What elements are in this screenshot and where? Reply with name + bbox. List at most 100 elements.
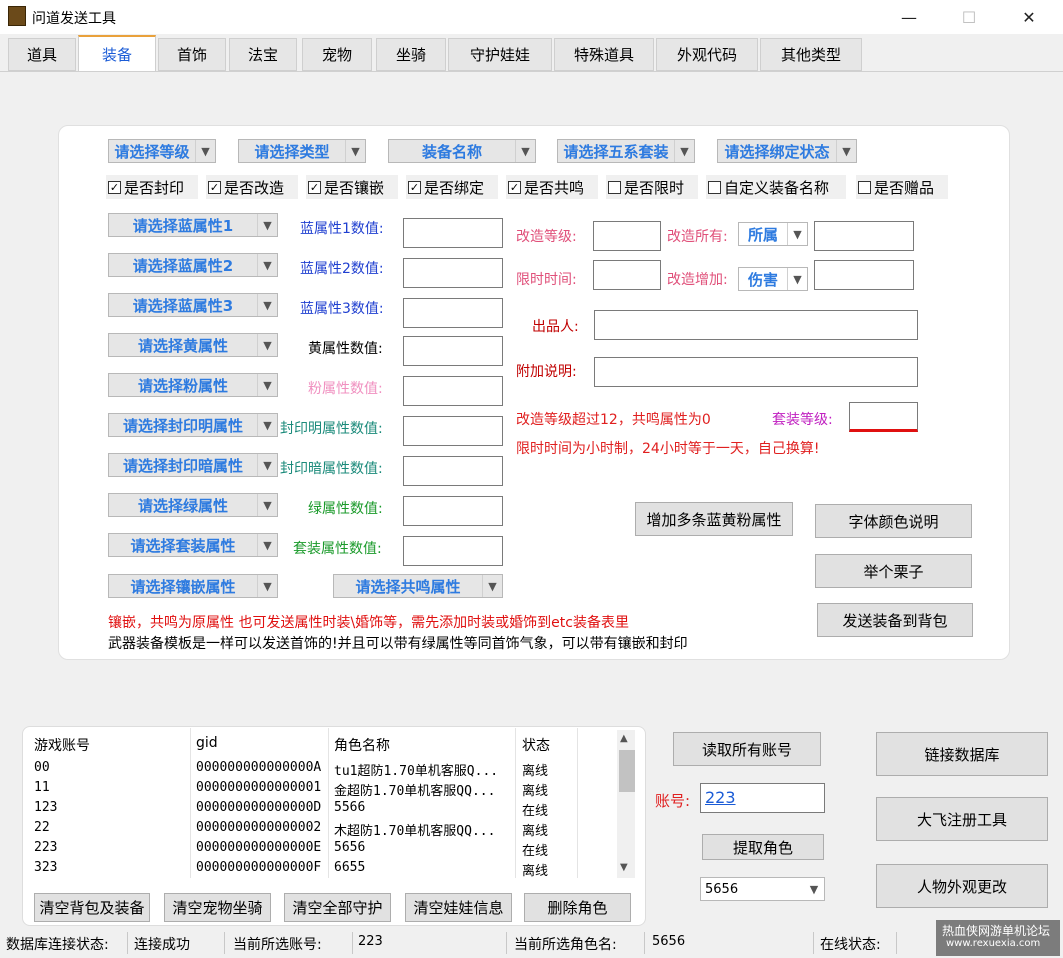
blue-attr3-select[interactable]: 请选择蓝属性3 ▼ [108, 293, 278, 317]
modify-level-input[interactable] [593, 221, 661, 251]
connect-database-button[interactable]: 链接数据库 [876, 732, 1048, 776]
seal-dark-attr-input[interactable] [403, 456, 503, 486]
checkbox-custom-name[interactable]: 自定义装备名称 [706, 175, 846, 199]
scrollbar-thumb[interactable] [619, 750, 635, 792]
col-header-account[interactable]: 游戏账号 [34, 735, 90, 755]
suit-attr-select[interactable]: 请选择套装属性 ▼ [108, 533, 278, 557]
yellow-attr-input[interactable] [403, 336, 503, 366]
checkbox-gift[interactable]: 是否赠品 [856, 175, 948, 199]
close-button[interactable]: ✕ [1006, 0, 1052, 34]
clear-guardian-button[interactable]: 清空全部守护 [284, 893, 391, 922]
tab-pet[interactable]: 宠物 [302, 38, 372, 71]
checkbox-box[interactable]: ✓ [108, 180, 121, 194]
fetch-role-button[interactable]: 提取角色 [702, 834, 824, 860]
selected-role-label: 当前所选角色名: [514, 937, 617, 953]
producer-input[interactable] [594, 310, 918, 340]
checkbox-box[interactable]: ✓ [408, 180, 421, 194]
selected-account-value: 223 [358, 934, 383, 949]
blue-attr1-select[interactable]: 请选择蓝属性1 ▼ [108, 213, 278, 237]
checkbox-sealed[interactable]: ✓ 是否封印 [106, 175, 198, 199]
appearance-change-button[interactable]: 人物外观更改 [876, 864, 1048, 908]
seal-dark-attr-select[interactable]: 请选择封印暗属性 ▼ [108, 453, 278, 477]
yellow-attr-select[interactable]: 请选择黄属性 ▼ [108, 333, 278, 357]
seal-dark-attr-label: 封印暗属性数值: [280, 461, 383, 477]
modify-level-label: 改造等级: [516, 229, 577, 245]
type-select[interactable]: 请选择类型 ▼ [238, 139, 366, 163]
inlay-attr-select[interactable]: 请选择镶嵌属性 ▼ [108, 574, 278, 598]
tab-items[interactable]: 道具 [8, 38, 76, 71]
watermark-line2: www.rexuexia.com [946, 938, 1041, 949]
checkbox-bound[interactable]: ✓ 是否绑定 [406, 175, 498, 199]
online-status-label: 在线状态: [820, 937, 881, 953]
modify-add-select[interactable]: 伤害 ▼ [738, 267, 808, 291]
blue-attr3-input[interactable] [403, 298, 503, 328]
suit-attr-input[interactable] [403, 536, 503, 566]
checkbox-box[interactable] [608, 180, 621, 194]
checkbox-time-limited[interactable]: 是否限时 [606, 175, 698, 199]
pink-attr-select[interactable]: 请选择粉属性 ▼ [108, 373, 278, 397]
checkbox-resonance[interactable]: ✓ 是否共鸣 [506, 175, 598, 199]
modify-warning-text: 改造等级超过12，共鸣属性为0 [516, 412, 711, 428]
scroll-up-icon[interactable]: ▲ [620, 733, 628, 744]
account-input[interactable]: 223 [700, 783, 825, 813]
checkbox-box[interactable] [858, 180, 871, 194]
checkbox-box[interactable]: ✓ [208, 180, 221, 194]
db-status-label: 数据库连接状态: [6, 937, 109, 953]
example-button[interactable]: 举个栗子 [815, 554, 972, 588]
checkbox-box[interactable]: ✓ [308, 180, 321, 194]
chevron-down-icon: ▼ [674, 140, 694, 162]
five-element-suit-select[interactable]: 请选择五系套装 ▼ [557, 139, 695, 163]
resonance-attr-select[interactable]: 请选择共鸣属性 ▼ [333, 574, 503, 598]
scroll-down-icon[interactable]: ▼ [620, 862, 628, 873]
blue-attr1-input[interactable] [403, 218, 503, 248]
minimize-button[interactable]: — [886, 0, 932, 34]
green-attr-input[interactable] [403, 496, 503, 526]
modify-add-input[interactable] [814, 260, 914, 290]
blue-attr2-input[interactable] [403, 258, 503, 288]
checkbox-box[interactable] [708, 180, 721, 194]
clear-bag-button[interactable]: 清空背包及装备 [34, 893, 150, 922]
font-color-guide-button[interactable]: 字体颜色说明 [815, 504, 972, 538]
col-header-role-name[interactable]: 角色名称 [334, 735, 390, 755]
chevron-down-icon: ▼ [515, 140, 535, 162]
blue-attr2-select[interactable]: 请选择蓝属性2 ▼ [108, 253, 278, 277]
delete-role-button[interactable]: 删除角色 [524, 893, 631, 922]
green-attr-select[interactable]: 请选择绿属性 ▼ [108, 493, 278, 517]
suit-level-input[interactable] [849, 402, 918, 432]
tab-guardian-doll[interactable]: 守护娃娃 [448, 38, 552, 71]
modify-all-select[interactable]: 所属 ▼ [738, 222, 808, 246]
dafei-register-tool-button[interactable]: 大飞注册工具 [876, 797, 1048, 841]
modify-add-label: 改造增加: [667, 272, 728, 288]
col-header-gid[interactable]: gid [196, 735, 218, 751]
tab-equipment[interactable]: 装备 [78, 35, 156, 71]
tab-other-types[interactable]: 其他类型 [760, 38, 862, 71]
role-select[interactable]: 5656 ▼ [700, 877, 825, 901]
seal-light-attr-select[interactable]: 请选择封印明属性 ▼ [108, 413, 278, 437]
checkbox-inlay[interactable]: ✓ 是否镶嵌 [306, 175, 398, 199]
clear-pet-mount-button[interactable]: 清空宠物坐骑 [164, 893, 271, 922]
seal-light-attr-input[interactable] [403, 416, 503, 446]
send-equipment-button[interactable]: 发送装备到背包 [817, 603, 973, 637]
maximize-button[interactable]: ☐ [946, 0, 992, 34]
tab-special-items[interactable]: 特殊道具 [554, 38, 654, 71]
green-attr-label: 绿属性数值: [308, 501, 383, 517]
clear-doll-button[interactable]: 清空娃娃信息 [405, 893, 512, 922]
level-select[interactable]: 请选择等级 ▼ [108, 139, 216, 163]
tab-appearance-code[interactable]: 外观代码 [656, 38, 758, 71]
checkbox-box[interactable]: ✓ [508, 180, 521, 194]
equipment-name-select[interactable]: 装备名称 ▼ [388, 139, 536, 163]
tab-mount[interactable]: 坐骑 [376, 38, 446, 71]
extra-note-input[interactable] [594, 357, 918, 387]
add-multi-attr-button[interactable]: 增加多条蓝黄粉属性 [635, 502, 793, 536]
pink-attr-input[interactable] [403, 376, 503, 406]
tab-artifact[interactable]: 法宝 [229, 38, 297, 71]
limit-time-input[interactable] [593, 260, 661, 290]
col-header-status[interactable]: 状态 [522, 735, 550, 755]
checkbox-modified[interactable]: ✓ 是否改造 [206, 175, 298, 199]
chevron-down-icon: ▼ [787, 268, 807, 290]
bind-status-select[interactable]: 请选择绑定状态 ▼ [717, 139, 857, 163]
tab-jewelry[interactable]: 首饰 [158, 38, 226, 71]
blue-attr1-label: 蓝属性1数值: [300, 221, 384, 237]
modify-all-input[interactable] [814, 221, 914, 251]
read-all-accounts-button[interactable]: 读取所有账号 [673, 732, 821, 766]
